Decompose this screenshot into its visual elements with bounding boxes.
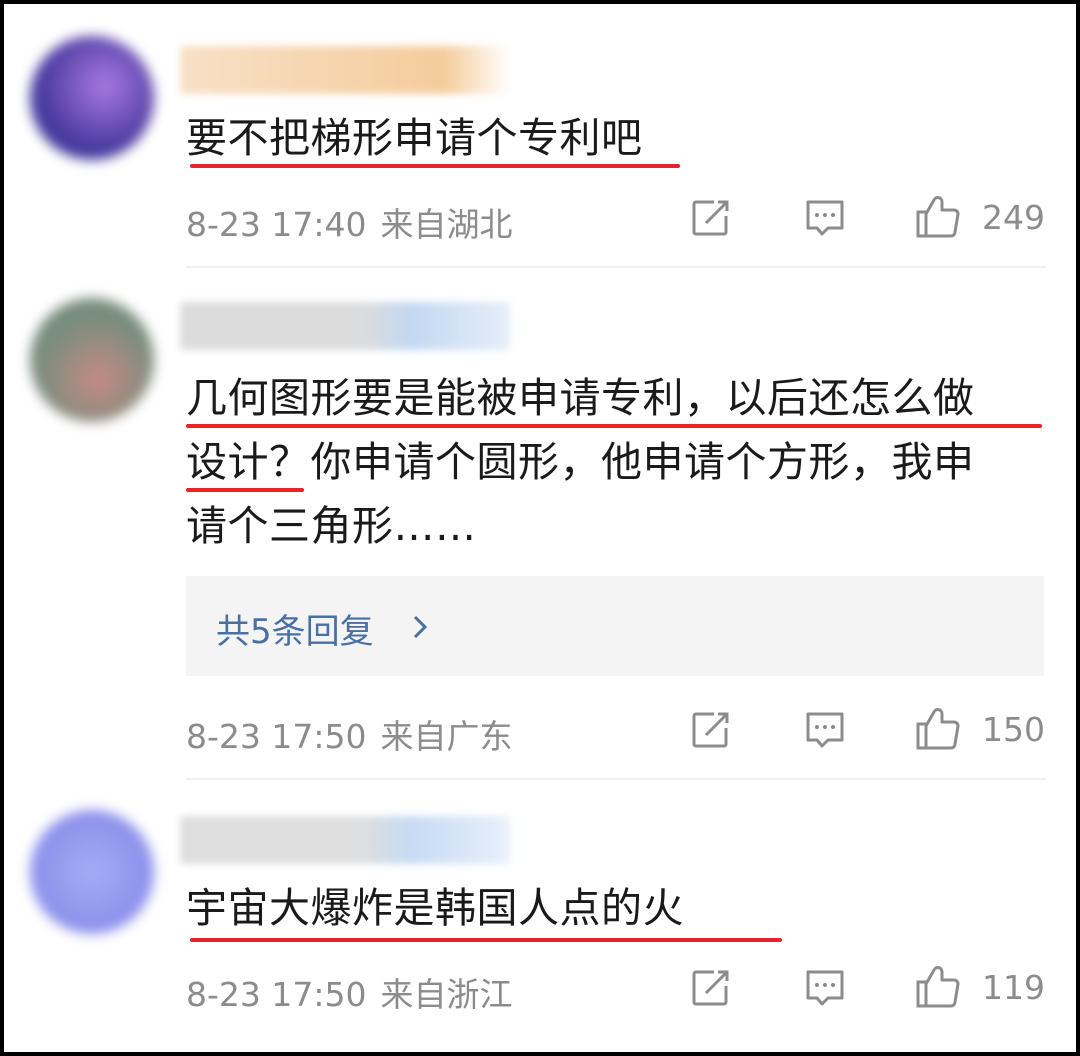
comment-time: 8-23 17:50 xyxy=(186,975,367,1014)
username-blurred[interactable] xyxy=(180,816,510,864)
username-blurred[interactable] xyxy=(180,302,510,350)
username-blurred[interactable] xyxy=(180,46,510,94)
comment-meta: 8-23 17:50 来自浙江 xyxy=(186,968,513,1016)
comment-icon[interactable] xyxy=(804,710,846,750)
highlight-underline xyxy=(186,424,1042,428)
comment-time: 8-23 17:50 xyxy=(186,717,367,756)
avatar[interactable] xyxy=(24,292,160,428)
comment-text: 几何图形要是能被申请专利，以后还怎么做 设计？你申请个圆形，他申请个方形，我申 … xyxy=(186,366,1056,558)
repost-icon[interactable] xyxy=(690,198,732,238)
repost-icon[interactable] xyxy=(690,710,732,750)
comment-text-line: 请个三角形…… xyxy=(186,502,477,550)
like-count: 150 xyxy=(982,710,1045,749)
replies-button[interactable]: 共5条回复 xyxy=(186,576,1044,676)
highlight-underline xyxy=(190,164,680,168)
thumbs-up-icon[interactable] xyxy=(914,194,962,238)
comment-text: 宇宙大爆炸是韩国人点的火 xyxy=(186,884,684,932)
comment-meta: 8-23 17:50 来自广东 xyxy=(186,710,513,758)
comment-meta: 8-23 17:40 来自湖北 xyxy=(186,198,513,246)
chevron-right-icon xyxy=(412,614,428,644)
highlight-underline xyxy=(186,488,304,492)
comment-text-line: 设计？你申请个圆形，他申请个方形，我申 xyxy=(186,438,975,486)
comment-location: 来自浙江 xyxy=(380,975,513,1014)
comment-icon[interactable] xyxy=(804,198,846,238)
repost-icon[interactable] xyxy=(690,968,732,1008)
comment-location: 来自湖北 xyxy=(380,205,513,244)
avatar[interactable] xyxy=(24,30,160,166)
like-count: 119 xyxy=(982,968,1045,1007)
avatar[interactable] xyxy=(24,804,160,940)
comment-time: 8-23 17:40 xyxy=(186,205,367,244)
thumbs-up-icon[interactable] xyxy=(914,964,962,1008)
replies-label: 共5条回复 xyxy=(216,612,374,652)
comment-location: 来自广东 xyxy=(380,717,513,756)
highlight-underline xyxy=(190,938,782,942)
comment-text-line: 几何图形要是能被申请专利，以后还怎么做 xyxy=(186,374,975,422)
thumbs-up-icon[interactable] xyxy=(914,706,962,750)
divider xyxy=(186,778,1046,780)
like-count: 249 xyxy=(982,198,1045,237)
comment-text: 要不把梯形申请个专利吧 xyxy=(186,114,643,162)
divider xyxy=(186,266,1046,268)
comment-icon[interactable] xyxy=(804,968,846,1008)
